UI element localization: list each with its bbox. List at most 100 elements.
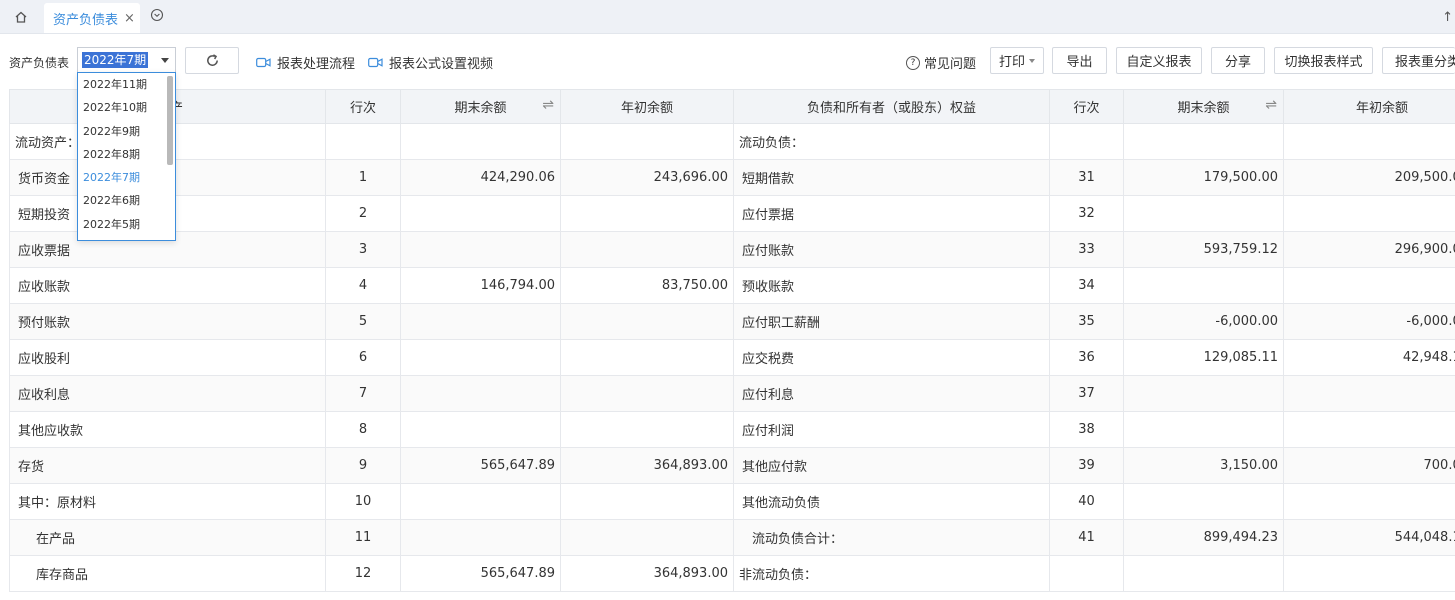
table-cell[interactable]: 41 <box>1049 519 1124 556</box>
period-option[interactable]: 2022年9期 <box>78 120 175 143</box>
table-cell[interactable]: 565,647.89 <box>400 447 561 484</box>
formula-video-link[interactable]: 报表公式设置视频 <box>368 53 493 72</box>
table-cell[interactable] <box>1283 123 1455 160</box>
table-cell[interactable]: 9 <box>325 447 401 484</box>
table-cell[interactable]: 33 <box>1049 231 1124 268</box>
table-cell[interactable]: 209,500.00 <box>1283 159 1455 196</box>
table-cell[interactable]: 364,893.00 <box>560 555 734 592</box>
table-cell[interactable]: 83,750.00 <box>560 267 734 304</box>
share-button[interactable]: 分享 <box>1211 47 1265 74</box>
table-cell[interactable]: 899,494.23 <box>1123 519 1284 556</box>
table-cell[interactable] <box>1283 483 1455 520</box>
table-cell[interactable]: 565,647.89 <box>400 555 561 592</box>
home-button[interactable] <box>6 0 36 33</box>
table-cell[interactable]: 应付票据 <box>733 195 1050 232</box>
table-cell[interactable]: 应付利润 <box>733 411 1050 448</box>
table-cell[interactable] <box>400 303 561 340</box>
table-cell[interactable]: 流动负债合计： <box>733 519 1050 556</box>
table-cell[interactable]: 32 <box>1049 195 1124 232</box>
table-cell[interactable]: 424,290.06 <box>400 159 561 196</box>
table-cell[interactable] <box>1123 195 1284 232</box>
table-cell[interactable] <box>1123 123 1284 160</box>
table-cell[interactable] <box>1283 411 1455 448</box>
table-cell[interactable]: 243,696.00 <box>560 159 734 196</box>
table-cell[interactable] <box>1049 123 1124 160</box>
refresh-button[interactable] <box>185 47 239 74</box>
table-cell[interactable]: 7 <box>325 375 401 412</box>
tab-balance-sheet[interactable]: 资产负债表 × <box>44 3 140 33</box>
table-cell[interactable]: 38 <box>1049 411 1124 448</box>
table-cell[interactable] <box>400 411 561 448</box>
table-cell[interactable]: 11 <box>325 519 401 556</box>
period-option[interactable]: 2022年5期 <box>78 213 175 236</box>
table-cell[interactable]: 应付职工薪酬 <box>733 303 1050 340</box>
table-cell[interactable] <box>400 123 561 160</box>
table-cell[interactable]: 在产品 <box>9 519 326 556</box>
table-cell[interactable]: 非流动负债： <box>733 555 1050 592</box>
table-cell[interactable]: 应收账款 <box>9 267 326 304</box>
table-cell[interactable]: 其他流动负债 <box>733 483 1050 520</box>
table-cell[interactable]: 预收账款 <box>733 267 1050 304</box>
table-cell[interactable] <box>1123 375 1284 412</box>
table-cell[interactable]: 库存商品 <box>9 555 326 592</box>
report-flow-link[interactable]: 报表处理流程 <box>256 53 355 72</box>
table-cell[interactable]: 593,759.12 <box>1123 231 1284 268</box>
table-cell[interactable]: 其他应付款 <box>733 447 1050 484</box>
table-cell[interactable]: 短期借款 <box>733 159 1050 196</box>
table-cell[interactable]: 应付账款 <box>733 231 1050 268</box>
table-cell[interactable] <box>400 375 561 412</box>
period-option[interactable]: 2022年6期 <box>78 189 175 212</box>
table-cell[interactable] <box>560 123 734 160</box>
table-cell[interactable]: 296,900.00 <box>1283 231 1455 268</box>
table-cell[interactable]: 流动负债： <box>733 123 1050 160</box>
period-option[interactable]: 2022年7期 <box>78 166 175 189</box>
tab-menu-button[interactable] <box>150 8 166 24</box>
table-cell[interactable]: 42,948.12 <box>1283 339 1455 376</box>
table-cell[interactable]: 2 <box>325 195 401 232</box>
table-cell[interactable] <box>400 519 561 556</box>
table-cell[interactable]: 其中：原材料 <box>9 483 326 520</box>
table-cell[interactable]: 8 <box>325 411 401 448</box>
period-option[interactable]: 2022年11期 <box>78 73 175 96</box>
table-cell[interactable] <box>325 123 401 160</box>
table-cell[interactable] <box>560 231 734 268</box>
table-cell[interactable]: 应付利息 <box>733 375 1050 412</box>
table-cell[interactable]: 40 <box>1049 483 1124 520</box>
table-cell[interactable] <box>560 519 734 556</box>
table-cell[interactable] <box>1283 267 1455 304</box>
switch-style-button[interactable]: 切换报表样式 <box>1274 47 1373 74</box>
table-cell[interactable]: 4 <box>325 267 401 304</box>
table-cell[interactable]: 1 <box>325 159 401 196</box>
table-cell[interactable] <box>560 375 734 412</box>
table-cell[interactable]: 应收股利 <box>9 339 326 376</box>
table-cell[interactable]: 应交税费 <box>733 339 1050 376</box>
table-cell[interactable]: 129,085.11 <box>1123 339 1284 376</box>
table-cell[interactable] <box>400 195 561 232</box>
table-cell[interactable]: 36 <box>1049 339 1124 376</box>
period-select[interactable]: 2022年7期 <box>77 47 176 73</box>
table-cell[interactable]: 37 <box>1049 375 1124 412</box>
table-cell[interactable]: 544,048.12 <box>1283 519 1455 556</box>
table-cell[interactable]: 应收利息 <box>9 375 326 412</box>
table-cell[interactable] <box>400 483 561 520</box>
table-cell[interactable]: 5 <box>325 303 401 340</box>
custom-report-button[interactable]: 自定义报表 <box>1116 47 1202 74</box>
table-cell[interactable] <box>400 339 561 376</box>
swap-icon[interactable]: ⇌ <box>542 97 554 113</box>
table-cell[interactable] <box>1283 195 1455 232</box>
table-cell[interactable] <box>560 339 734 376</box>
reclassify-button[interactable]: 报表重分类 <box>1382 47 1455 74</box>
table-cell[interactable] <box>1123 555 1284 592</box>
table-cell[interactable] <box>1123 483 1284 520</box>
table-cell[interactable] <box>1283 375 1455 412</box>
table-cell[interactable]: 34 <box>1049 267 1124 304</box>
tab-close-icon[interactable]: × <box>124 11 135 26</box>
table-cell[interactable] <box>560 195 734 232</box>
period-dropdown[interactable]: 2022年11期 2022年10期 2022年9期 2022年8期 2022年7期 202… <box>77 72 176 241</box>
table-cell[interactable]: 179,500.00 <box>1123 159 1284 196</box>
faq-link[interactable]: ? 常见问题 <box>906 53 976 72</box>
table-cell[interactable]: 700.00 <box>1283 447 1455 484</box>
table-cell[interactable]: 146,794.00 <box>400 267 561 304</box>
period-option[interactable]: 2022年10期 <box>78 96 175 119</box>
table-cell[interactable] <box>560 303 734 340</box>
